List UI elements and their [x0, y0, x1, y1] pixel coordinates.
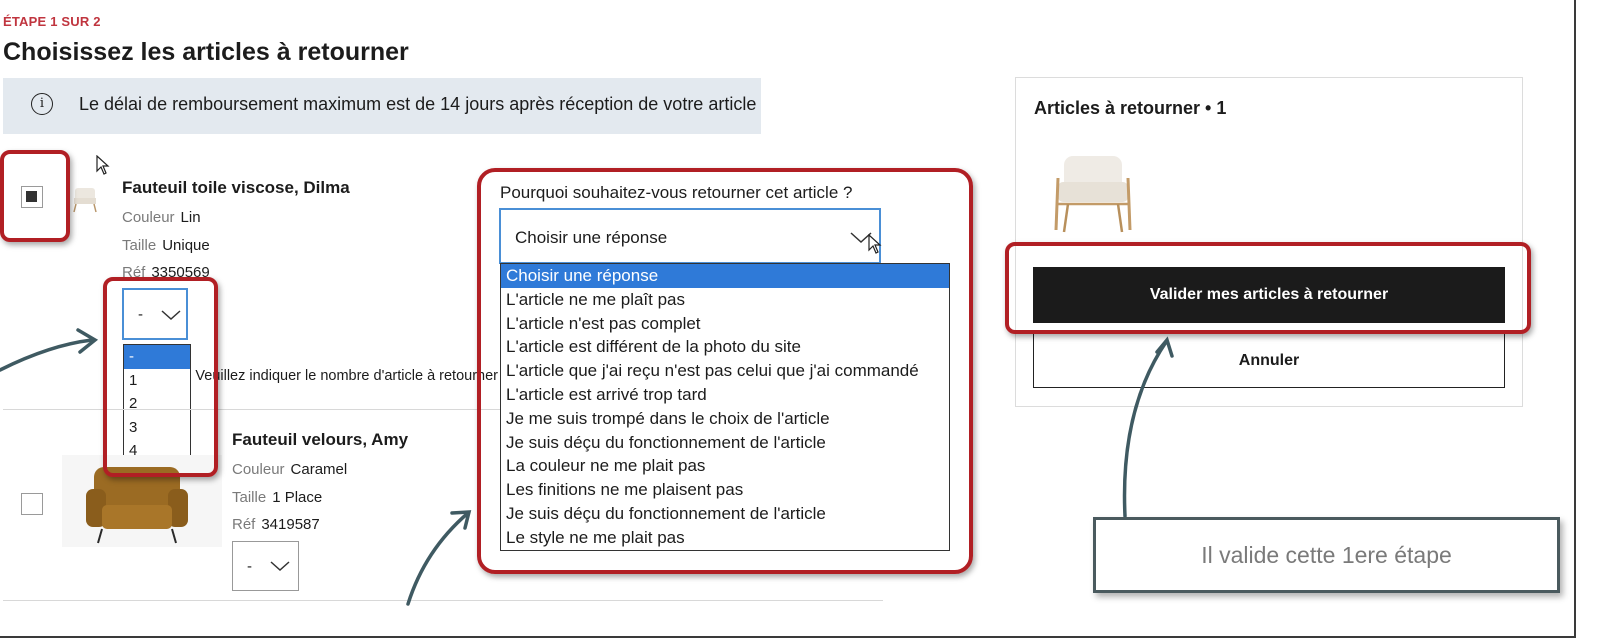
- annotation-callout: Il valide cette 1ere étape: [1093, 517, 1560, 593]
